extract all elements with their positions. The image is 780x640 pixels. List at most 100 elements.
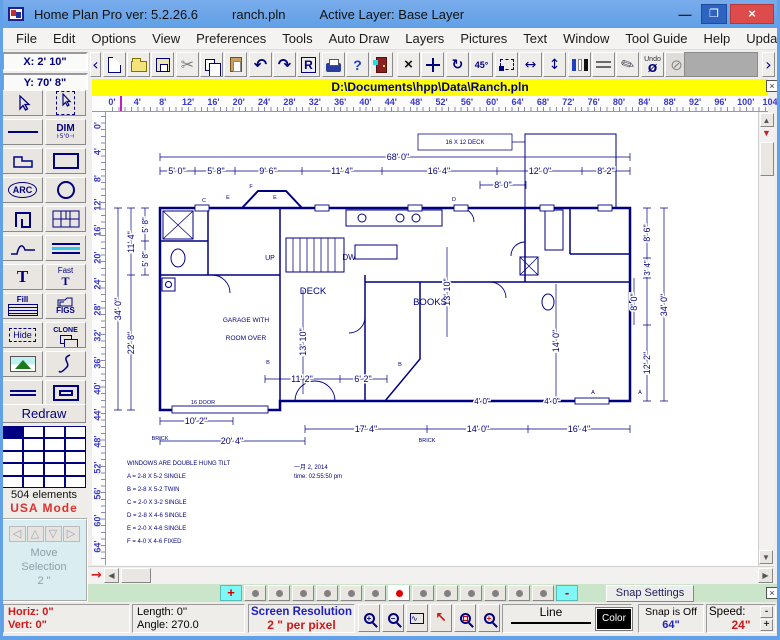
palette-cell[interactable] bbox=[65, 438, 86, 450]
menu-item-preferences[interactable]: Preferences bbox=[188, 29, 274, 48]
menu-item-file[interactable]: File bbox=[8, 29, 45, 48]
undo-button[interactable]: ↶ bbox=[249, 52, 272, 77]
open-file-button[interactable] bbox=[127, 52, 150, 77]
menu-item-view[interactable]: View bbox=[144, 29, 188, 48]
insulation-tool[interactable] bbox=[45, 235, 86, 261]
speed-decrease-button[interactable]: - bbox=[760, 606, 773, 618]
page-dot-button[interactable] bbox=[484, 585, 506, 601]
zoom-in-button[interactable]: + bbox=[358, 604, 380, 632]
menu-item-pictures[interactable]: Pictures bbox=[452, 29, 515, 48]
undo-zero-button[interactable]: UndoØ bbox=[641, 52, 664, 77]
select-tool[interactable] bbox=[2, 90, 43, 116]
close-button[interactable]: × bbox=[730, 4, 774, 24]
redo-button[interactable]: ↷ bbox=[273, 52, 296, 77]
zoom-region-button[interactable] bbox=[454, 604, 476, 632]
page-dot-button[interactable] bbox=[388, 585, 410, 601]
horizontal-scrollbar[interactable]: → ◀ ▶ bbox=[88, 566, 774, 584]
select-region-tool[interactable] bbox=[45, 90, 86, 116]
page-dot-button[interactable] bbox=[340, 585, 362, 601]
hide-tool[interactable]: Hide bbox=[2, 322, 43, 348]
rotate-button[interactable]: ↻ bbox=[446, 52, 469, 77]
palette-cell[interactable] bbox=[23, 426, 44, 438]
rotate-45-button[interactable]: 45° bbox=[470, 52, 493, 77]
move-button[interactable] bbox=[421, 52, 444, 77]
cut-button[interactable]: ✂ bbox=[176, 52, 199, 77]
maximize-button[interactable]: ❐ bbox=[701, 4, 727, 24]
save-button[interactable] bbox=[151, 52, 174, 77]
arc-tool[interactable]: ARC bbox=[2, 177, 43, 203]
previous-view-button[interactable]: ↖ bbox=[430, 604, 452, 632]
move-down-button[interactable]: ▽ bbox=[45, 526, 62, 542]
palette-cell[interactable] bbox=[23, 451, 44, 463]
toolbar-scroll-right-button[interactable]: › bbox=[762, 52, 775, 77]
copy-button[interactable] bbox=[200, 52, 223, 77]
scroll-up-button[interactable]: ▲ bbox=[760, 113, 774, 127]
palette-cell[interactable] bbox=[23, 463, 44, 475]
page-dot-button[interactable] bbox=[436, 585, 458, 601]
snap-settings-button[interactable]: Snap Settings bbox=[606, 585, 694, 602]
menu-item-help[interactable]: Help bbox=[696, 29, 739, 48]
toolbar-scroll-left-button[interactable]: ‹ bbox=[90, 52, 101, 77]
double-line-tool[interactable] bbox=[2, 380, 43, 406]
palette-cell[interactable] bbox=[44, 426, 65, 438]
menu-item-layers[interactable]: Layers bbox=[397, 29, 452, 48]
palette-cell[interactable] bbox=[65, 476, 86, 488]
palette-cell[interactable] bbox=[23, 476, 44, 488]
page-dot-button[interactable] bbox=[292, 585, 314, 601]
zoom-point-button[interactable]: + bbox=[478, 604, 500, 632]
add-page-button[interactable]: + bbox=[220, 585, 242, 601]
print-button[interactable] bbox=[322, 52, 345, 77]
palette-cell[interactable] bbox=[2, 463, 23, 475]
help-button[interactable]: ? bbox=[346, 52, 369, 77]
menu-item-tools[interactable]: Tools bbox=[274, 29, 320, 48]
menu-item-tool-guide[interactable]: Tool Guide bbox=[617, 29, 695, 48]
redraw-button[interactable]: Redraw bbox=[2, 404, 86, 423]
vertical-scrollbar[interactable]: ▲ ▼ ▼ bbox=[758, 112, 774, 566]
page-dot-button[interactable] bbox=[268, 585, 290, 601]
horizontal-scroll-thumb[interactable] bbox=[121, 568, 151, 583]
exit-button[interactable] bbox=[370, 52, 393, 77]
delete-button[interactable]: × bbox=[397, 52, 420, 77]
minimize-button[interactable]: — bbox=[672, 7, 698, 22]
figures-tool[interactable]: FIGS bbox=[45, 293, 86, 319]
page-dot-button[interactable] bbox=[532, 585, 554, 601]
scroll-left-button[interactable]: ◀ bbox=[104, 568, 119, 583]
picture-tool[interactable] bbox=[2, 351, 43, 377]
palette-cell[interactable] bbox=[65, 451, 86, 463]
palette-cell[interactable] bbox=[2, 451, 23, 463]
page-dot-button[interactable] bbox=[316, 585, 338, 601]
fast-text-tool[interactable]: FastT bbox=[45, 264, 86, 290]
refresh-button[interactable]: R bbox=[297, 52, 320, 77]
menu-item-auto-draw[interactable]: Auto Draw bbox=[321, 29, 398, 48]
move-right-button[interactable]: ▷ bbox=[63, 526, 80, 542]
select-region-button[interactable] bbox=[495, 52, 518, 77]
palette-cell[interactable] bbox=[65, 463, 86, 475]
palette-cell[interactable] bbox=[44, 476, 65, 488]
menu-item-updates[interactable]: Updates bbox=[738, 29, 780, 48]
move-left-button[interactable]: ◁ bbox=[9, 526, 26, 542]
zoom-out-button[interactable]: − bbox=[382, 604, 404, 632]
page-dot-button[interactable] bbox=[508, 585, 530, 601]
page-dot-button[interactable] bbox=[460, 585, 482, 601]
wall-tool[interactable] bbox=[2, 206, 43, 232]
page-dot-button[interactable] bbox=[364, 585, 386, 601]
palette-cell[interactable] bbox=[23, 438, 44, 450]
remove-page-button[interactable]: - bbox=[556, 585, 578, 601]
dimension-tool[interactable]: DIM⊦5'0⊣ bbox=[45, 119, 86, 145]
palette-cell[interactable] bbox=[65, 426, 86, 438]
speed-increase-button[interactable]: + bbox=[760, 619, 773, 631]
rectangle-tool[interactable] bbox=[45, 148, 86, 174]
palette-cell[interactable] bbox=[44, 451, 65, 463]
menu-item-options[interactable]: Options bbox=[83, 29, 144, 48]
vertical-scroll-thumb[interactable] bbox=[760, 142, 774, 176]
menu-item-text[interactable]: Text bbox=[515, 29, 555, 48]
scroll-right-button[interactable]: ▶ bbox=[758, 568, 773, 583]
palette-cell[interactable] bbox=[44, 463, 65, 475]
new-file-button[interactable] bbox=[103, 52, 126, 77]
fill-tool[interactable]: Fill bbox=[2, 293, 43, 319]
palette-cell[interactable] bbox=[2, 426, 23, 438]
freehand-tool[interactable] bbox=[45, 351, 86, 377]
menu-item-edit[interactable]: Edit bbox=[45, 29, 83, 48]
paste-button[interactable] bbox=[224, 52, 247, 77]
text-tool[interactable]: T bbox=[2, 264, 43, 290]
